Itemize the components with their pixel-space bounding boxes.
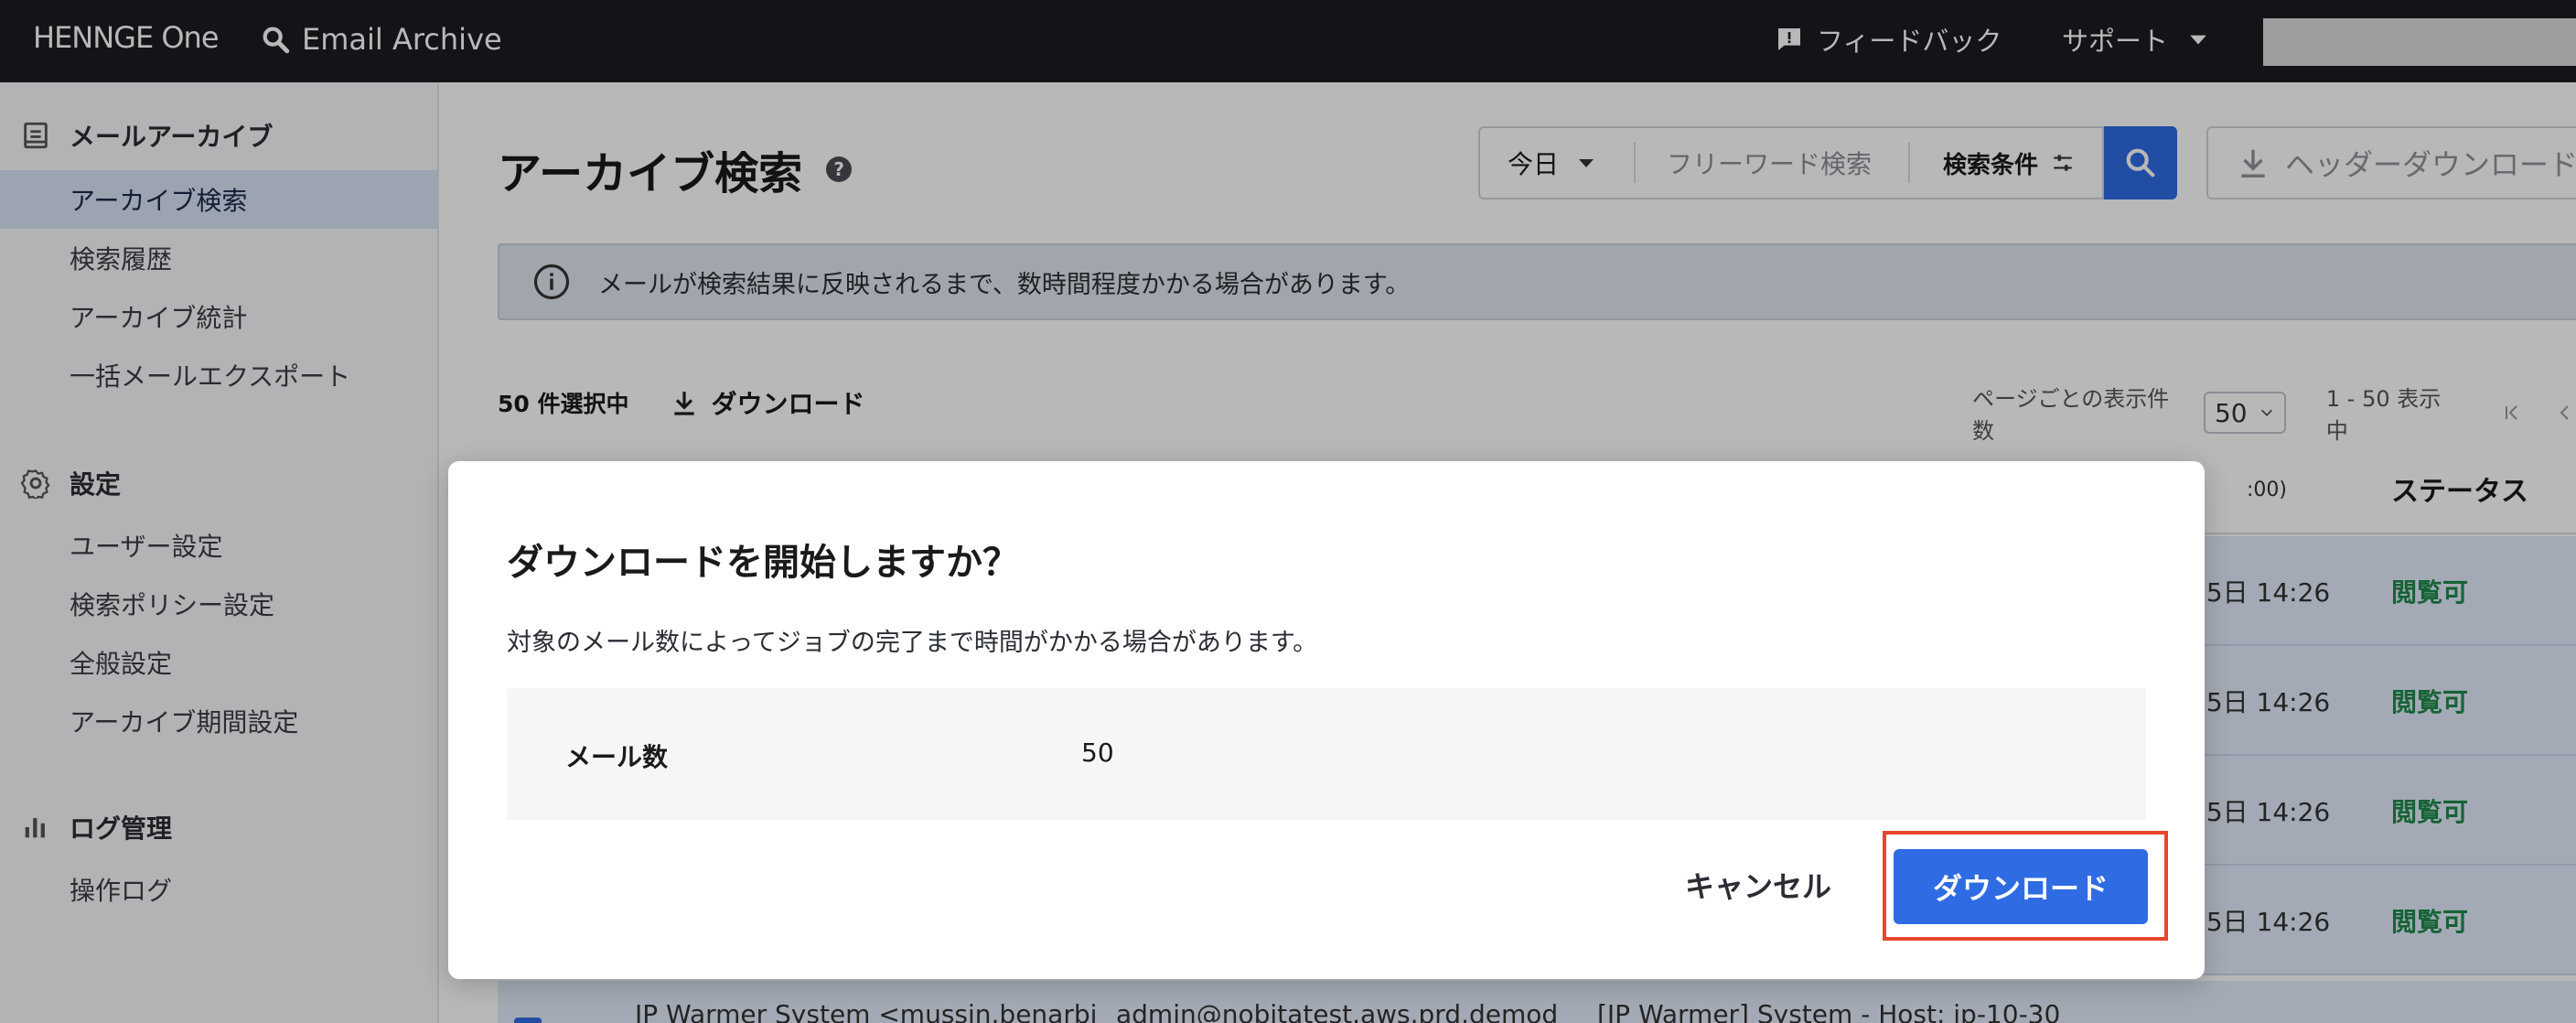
dialog-description: 対象のメール数によってジョブの完了まで時間がかかる場合があります。 (507, 629, 1318, 657)
mail-count-table: メール数 50 (507, 688, 2146, 820)
cancel-button[interactable]: キャンセル (1685, 864, 1831, 906)
download-confirm-dialog: ダウンロードを開始しますか？ 対象のメール数によってジョブの完了まで時間がかかる… (448, 461, 2205, 979)
mail-count-value: 50 (1081, 738, 1114, 768)
dialog-title: ダウンロードを開始しますか？ (507, 542, 1019, 584)
mail-count-label: メール数 (565, 742, 669, 772)
download-button[interactable]: ダウンロード (1894, 849, 2148, 924)
